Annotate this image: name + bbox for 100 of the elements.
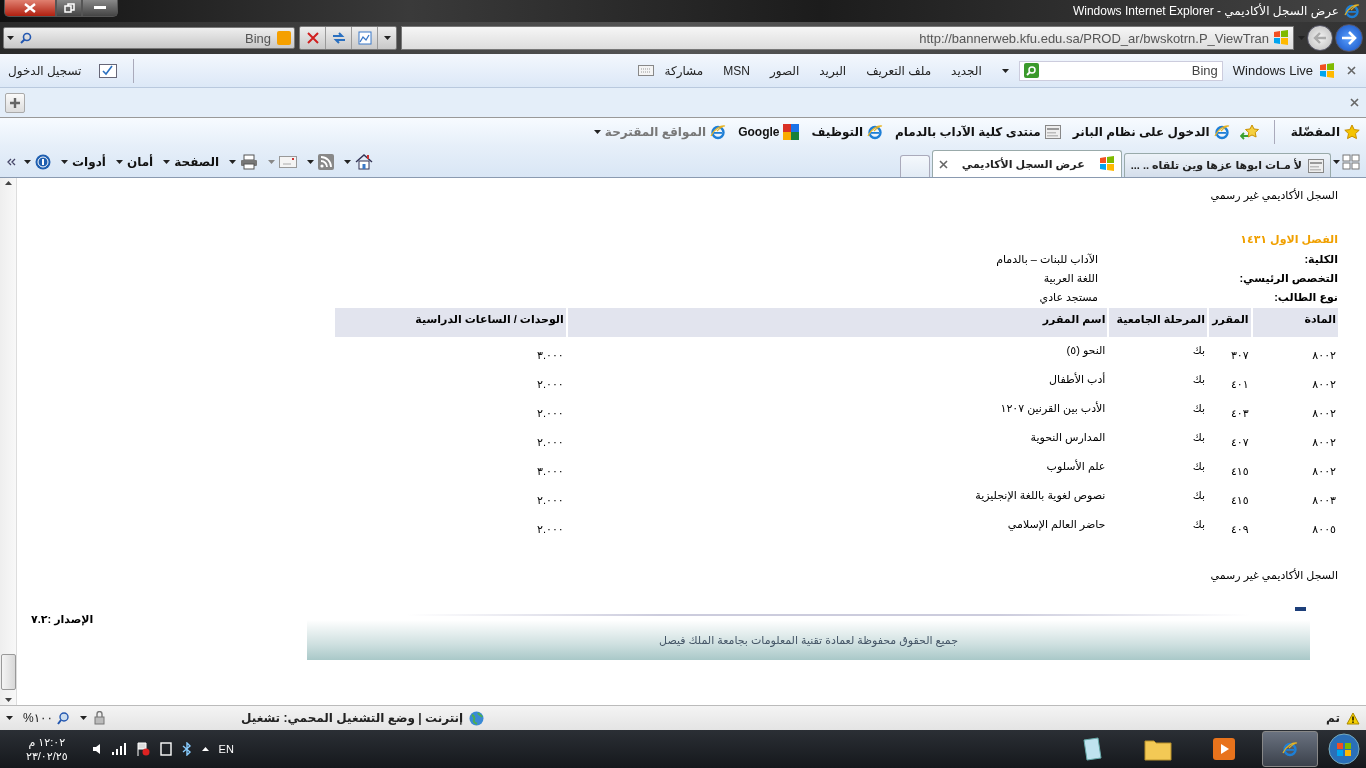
refresh-icon — [330, 31, 347, 45]
menu-button[interactable]: أدوات — [59, 154, 108, 169]
caret-icon — [1001, 68, 1009, 73]
table-cell-text: بك — [1191, 430, 1206, 445]
search-field[interactable]: Bing — [3, 27, 295, 49]
address-field[interactable]: http://bannerweb.kfu.edu.sa/PROD_ar/bwskotrn.P_ViewTran — [401, 26, 1294, 50]
bluetooth-icon[interactable] — [181, 742, 192, 756]
window-title: عرض السجل الأكاديمي - Windows Internet Explorer — [1072, 4, 1339, 18]
browser-tab[interactable]: عرض السجل الأكاديمي — [931, 150, 1122, 177]
e-logo-icon — [710, 124, 727, 140]
status-text: تم — [1326, 711, 1340, 725]
quick-tabs-icon[interactable] — [1342, 153, 1360, 170]
help-button[interactable] — [22, 153, 53, 170]
page-heading: السجل الأكاديمي غير رسمي — [1209, 188, 1338, 202]
start-orb-icon[interactable] — [1328, 733, 1360, 765]
table-cell-text: بك — [1191, 459, 1206, 474]
page-note: السجل الأكاديمي غير رسمي — [1209, 568, 1338, 582]
clock[interactable]: ١٢:٠٢ م ٢٣/٠٢/٢٥ — [26, 735, 68, 763]
copyright-footer: جميع الحقوق محفوظة لعمادة تقنية المعلومات بجامعة الملك فيصل — [307, 620, 1310, 660]
close-button[interactable] — [4, 0, 56, 17]
play-icon — [1212, 737, 1236, 761]
keyboard-icon — [638, 65, 655, 76]
table-cell-text: أدب الأطفال — [1048, 371, 1107, 387]
column-header: اسم المقرر — [567, 308, 1108, 337]
feed-icon — [318, 153, 335, 170]
close-icon — [24, 3, 36, 13]
table-cell-text: حاضر العالم الإسلامي — [1006, 517, 1107, 533]
table-cell-text: بك — [1191, 343, 1206, 358]
page-thumbnail-icon — [1308, 158, 1324, 173]
e-logo-icon — [867, 124, 884, 140]
table-cell-text: ٨٠٠٢ — [1311, 377, 1337, 392]
sign-in-link[interactable]: تسجيل الدخول — [8, 63, 82, 78]
table-cell-text: ٨٠٠٢ — [1311, 348, 1337, 363]
field-value: مستجد عادي — [1038, 290, 1098, 304]
language-indicator[interactable]: EN — [218, 743, 234, 755]
favorite-link[interactable]: الدخول على نظام البانر — [1070, 124, 1232, 140]
table-cell-text: ٤٠٧ — [1229, 435, 1250, 450]
four-color-flag-icon — [1319, 62, 1335, 79]
menu-button[interactable]: الصفحة — [161, 154, 222, 169]
browser-taskbar-button[interactable] — [1262, 731, 1318, 767]
menu-button[interactable]: أمان — [113, 154, 156, 169]
flag-x-icon[interactable] — [135, 742, 150, 756]
search-field[interactable]: Bing — [1018, 60, 1223, 81]
minimize-button[interactable] — [82, 0, 118, 17]
add-button[interactable] — [5, 92, 25, 113]
x-icon — [306, 32, 319, 44]
toolbar-link[interactable]: MSN — [723, 63, 750, 78]
forward-button[interactable] — [1335, 24, 1363, 52]
favorite-link[interactable]: Google — [736, 124, 802, 140]
scroll-up-icon[interactable] — [4, 181, 12, 185]
table-cell-text: بك — [1191, 517, 1206, 532]
favorite-link[interactable]: منتدى كلية الآداب بالدمام — [893, 125, 1063, 139]
field-value: الآداب للبنات – بالدمام — [996, 252, 1098, 266]
page-thumbnail-icon — [1044, 125, 1061, 139]
printer-icon — [240, 153, 259, 170]
help-icon — [35, 153, 51, 170]
favorite-link[interactable]: التوظيف — [809, 124, 886, 140]
restore-button[interactable] — [56, 0, 82, 17]
mail-button[interactable] — [266, 155, 300, 168]
folder-icon — [1144, 737, 1172, 761]
favorites-button[interactable]: المفضّلة — [1288, 124, 1362, 140]
caret-icon — [229, 159, 237, 164]
table-cell-text: بك — [1191, 401, 1206, 416]
table-cell-text: ٤١٥ — [1229, 493, 1250, 508]
back-arrow-icon — [1313, 32, 1327, 44]
device-icon[interactable] — [159, 742, 172, 756]
speaker-icon[interactable] — [91, 743, 102, 755]
signal-bars-icon[interactable] — [111, 743, 126, 755]
table-cell-text: ٨٠٠٣ — [1311, 493, 1337, 508]
broken-page-icon — [357, 31, 372, 45]
field-label: نوع الطالب: — [1273, 290, 1338, 304]
zoom-button[interactable]: ١٠٠% — [19, 711, 74, 725]
close-toolbar-button[interactable] — [1345, 66, 1358, 75]
caret-icon — [1333, 159, 1340, 164]
table-cell-text: ٢.٠٠٠ — [536, 406, 565, 421]
back-button[interactable] — [1307, 25, 1333, 51]
caret-icon — [24, 159, 31, 164]
caret-icon — [163, 159, 171, 164]
chevron-icon[interactable] — [6, 157, 16, 166]
toolbar-link[interactable]: مشاركة — [664, 63, 704, 78]
favorite-link[interactable]: المواقع المقترحة — [591, 124, 729, 140]
feeds-button[interactable] — [305, 153, 337, 170]
table-cell-text: الأدب بين القرنين ١٢٠٧ — [999, 400, 1107, 417]
table-cell-text: ٢.٠٠٠ — [536, 435, 565, 450]
scroll-thumb[interactable] — [0, 654, 16, 690]
toolbar-link[interactable]: ملف التعريف — [866, 63, 932, 78]
toolbar-link[interactable]: الجديد — [951, 63, 982, 78]
toolbar-link[interactable]: البريد — [819, 63, 847, 78]
up-caret-icon[interactable] — [201, 747, 209, 751]
close-icon[interactable] — [938, 159, 948, 169]
house-icon — [355, 153, 374, 170]
browser-tab[interactable]: لأ مـات ابوها عزها وين تلقاه .. ... — [1123, 153, 1331, 177]
table-cell-text: ٨٠٠٥ — [1311, 522, 1337, 537]
caret-icon — [307, 159, 315, 164]
toolbar-link[interactable]: الصور — [769, 63, 800, 78]
table-cell-text: ٨٠٠٢ — [1311, 435, 1337, 450]
close-button[interactable] — [1348, 98, 1361, 107]
version-label: الإصدار :٧.٢ — [31, 612, 94, 626]
scroll-down-icon[interactable] — [4, 698, 12, 702]
caret-icon — [61, 159, 68, 164]
